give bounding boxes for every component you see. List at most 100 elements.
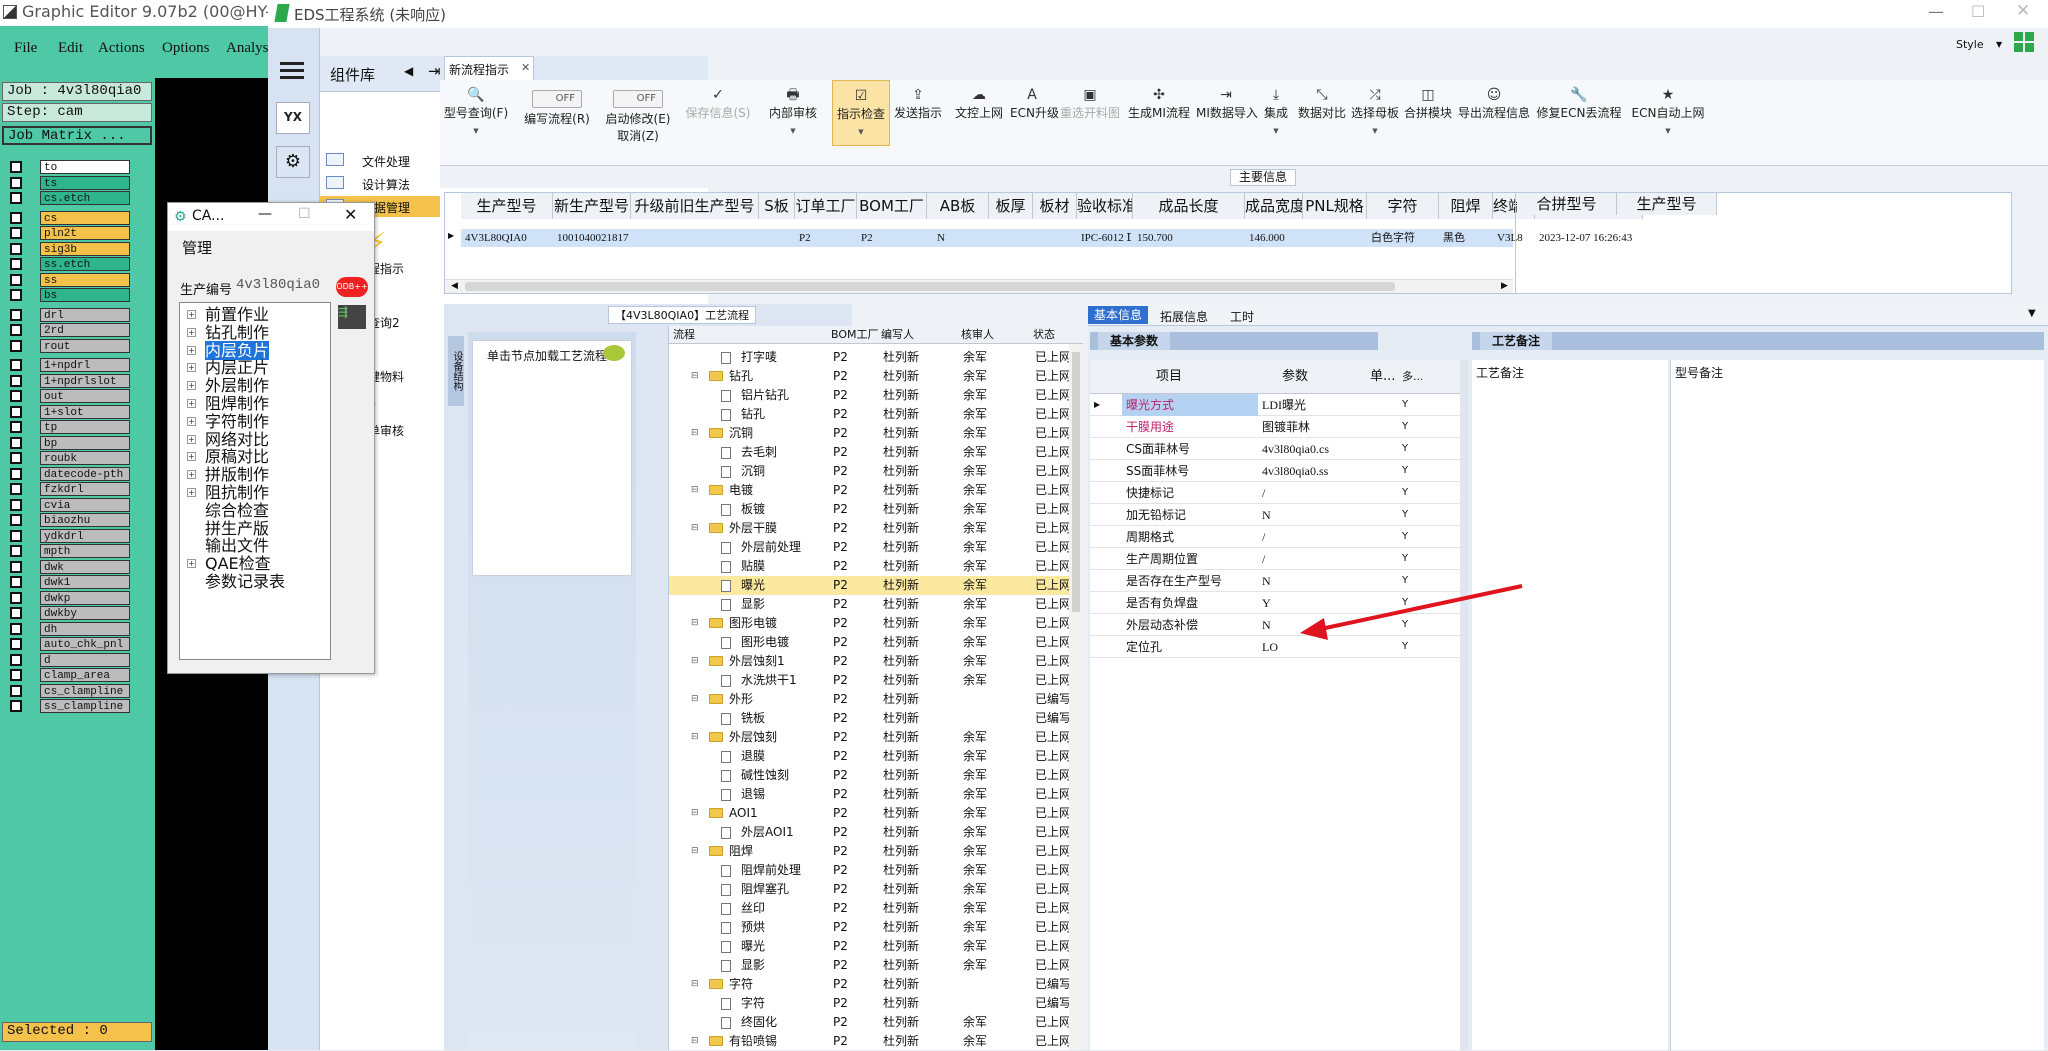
expand-icon[interactable]: + — [187, 559, 196, 569]
expand-icon[interactable]: + — [187, 470, 196, 480]
layer-checkbox[interactable] — [10, 227, 22, 239]
layer-checkbox[interactable] — [10, 211, 22, 224]
layer-name[interactable]: mpth — [40, 544, 130, 558]
layer-checkbox[interactable] — [10, 622, 22, 635]
layer-row[interactable]: clamp_area — [6, 668, 130, 682]
layer-name[interactable]: d — [40, 652, 130, 667]
layer-checkbox[interactable] — [10, 529, 22, 542]
layer-row[interactable]: dwkp — [6, 590, 130, 605]
layer-name[interactable]: bs — [40, 288, 130, 302]
layer-row[interactable]: cs — [6, 210, 130, 225]
layer-checkbox[interactable] — [10, 161, 22, 173]
layer-name[interactable]: auto_chk_pnl — [40, 637, 130, 651]
layer-row[interactable]: 1+npdrl — [6, 358, 130, 372]
layer-checkbox[interactable] — [10, 192, 22, 204]
layer-checkbox[interactable] — [10, 390, 22, 402]
layer-name[interactable]: sig3b — [40, 241, 130, 256]
cam-close-icon[interactable]: ✕ — [344, 205, 357, 224]
menu-file[interactable]: File — [14, 40, 37, 57]
expand-icon[interactable]: + — [187, 381, 196, 391]
menu-edit[interactable]: Edit — [58, 40, 83, 57]
expand-icon[interactable]: + — [187, 416, 196, 426]
layer-row[interactable]: ydkdrl — [6, 528, 130, 543]
expand-icon[interactable]: + — [187, 310, 196, 319]
layer-checkbox[interactable] — [10, 359, 22, 371]
layer-name[interactable]: out — [40, 389, 130, 403]
layer-name[interactable]: dh — [40, 621, 130, 636]
layer-checkbox[interactable] — [10, 374, 22, 387]
layer-name[interactable]: dwkby — [40, 606, 130, 620]
layer-row[interactable]: dwk1 — [6, 575, 130, 589]
layer-row[interactable]: ts — [6, 175, 130, 190]
expand-icon[interactable]: + — [187, 434, 196, 444]
layer-checkbox[interactable] — [10, 591, 22, 604]
layer-name[interactable]: cs.etch — [40, 191, 130, 205]
layer-name[interactable]: to — [40, 160, 130, 174]
layer-name[interactable]: ydkdrl — [40, 528, 130, 543]
layer-name[interactable]: cvia — [40, 497, 130, 512]
menu-options[interactable]: Options — [162, 40, 210, 57]
layer-row[interactable]: 2rd — [6, 323, 130, 337]
layer-row[interactable]: out — [6, 389, 130, 403]
cam-menu-manage[interactable]: 管理 — [182, 237, 212, 258]
layer-row[interactable]: mpth — [6, 544, 130, 558]
expand-icon[interactable]: + — [187, 399, 196, 408]
menu-actions[interactable]: Actions — [98, 40, 145, 57]
layer-name[interactable]: fzkdrl — [40, 482, 130, 496]
layer-name[interactable]: rout — [40, 338, 130, 353]
layer-row[interactable]: datecode-pth — [6, 466, 130, 481]
layer-row[interactable]: roubk — [6, 451, 130, 465]
layer-row[interactable]: biaozhu — [6, 513, 130, 527]
layer-row[interactable]: rout — [6, 338, 130, 353]
layer-checkbox[interactable] — [10, 308, 22, 321]
layer-checkbox[interactable] — [10, 560, 22, 573]
layer-checkbox[interactable] — [10, 273, 22, 286]
layer-checkbox[interactable] — [10, 176, 22, 189]
layer-row[interactable]: fzkdrl — [6, 482, 130, 496]
cam-maximize-icon[interactable]: ☐ — [298, 206, 311, 222]
layer-name[interactable]: bp — [40, 435, 130, 450]
layer-checkbox[interactable] — [10, 669, 22, 681]
layer-row[interactable]: drl — [6, 307, 130, 322]
layer-name[interactable]: ss.etch — [40, 257, 130, 271]
layer-row[interactable]: ss — [6, 272, 130, 287]
layer-row[interactable]: sig3b — [6, 241, 130, 256]
layer-checkbox[interactable] — [10, 421, 22, 433]
menu-analysis[interactable]: Analys — [226, 40, 268, 57]
layer-checkbox[interactable] — [10, 289, 22, 301]
layer-row[interactable]: cs.etch — [6, 191, 130, 205]
layer-checkbox[interactable] — [10, 452, 22, 464]
layer-row[interactable]: dh — [6, 621, 130, 636]
layer-checkbox[interactable] — [10, 607, 22, 619]
layer-row[interactable]: 1+npdrlslot — [6, 373, 130, 388]
layer-name[interactable]: cs_clampline — [40, 683, 130, 698]
layer-checkbox[interactable] — [10, 483, 22, 495]
layer-row[interactable]: bs — [6, 288, 130, 302]
expand-icon[interactable]: + — [187, 345, 196, 355]
layer-name[interactable]: dwk — [40, 559, 130, 574]
layer-checkbox[interactable] — [10, 339, 22, 352]
layer-name[interactable]: ts — [40, 175, 130, 190]
layer-row[interactable]: to — [6, 160, 130, 174]
layer-name[interactable]: roubk — [40, 451, 130, 465]
layer-row[interactable]: cs_clampline — [6, 683, 130, 698]
layer-row[interactable]: dwk — [6, 559, 130, 574]
layer-checkbox[interactable] — [10, 545, 22, 557]
layer-checkbox[interactable] — [10, 576, 22, 588]
layer-checkbox[interactable] — [10, 684, 22, 697]
layer-name[interactable]: clamp_area — [40, 668, 130, 682]
layer-checkbox[interactable] — [10, 653, 22, 666]
layer-name[interactable]: pln2t — [40, 226, 130, 240]
layer-checkbox[interactable] — [10, 638, 22, 650]
expand-icon[interactable]: + — [187, 363, 196, 373]
layer-row[interactable]: ss_clampline — [6, 699, 130, 713]
expand-icon[interactable]: + — [187, 488, 196, 497]
layer-row[interactable]: tp — [6, 420, 130, 434]
layer-checkbox[interactable] — [10, 700, 22, 712]
job-matrix-button[interactable]: Job Matrix ... — [2, 126, 152, 145]
layer-name[interactable]: drl — [40, 307, 130, 322]
cam-minimize-icon[interactable]: — — [258, 206, 272, 222]
layer-name[interactable]: dwkp — [40, 590, 130, 605]
layer-name[interactable]: 1+slot — [40, 404, 130, 419]
layer-name[interactable]: tp — [40, 420, 130, 434]
